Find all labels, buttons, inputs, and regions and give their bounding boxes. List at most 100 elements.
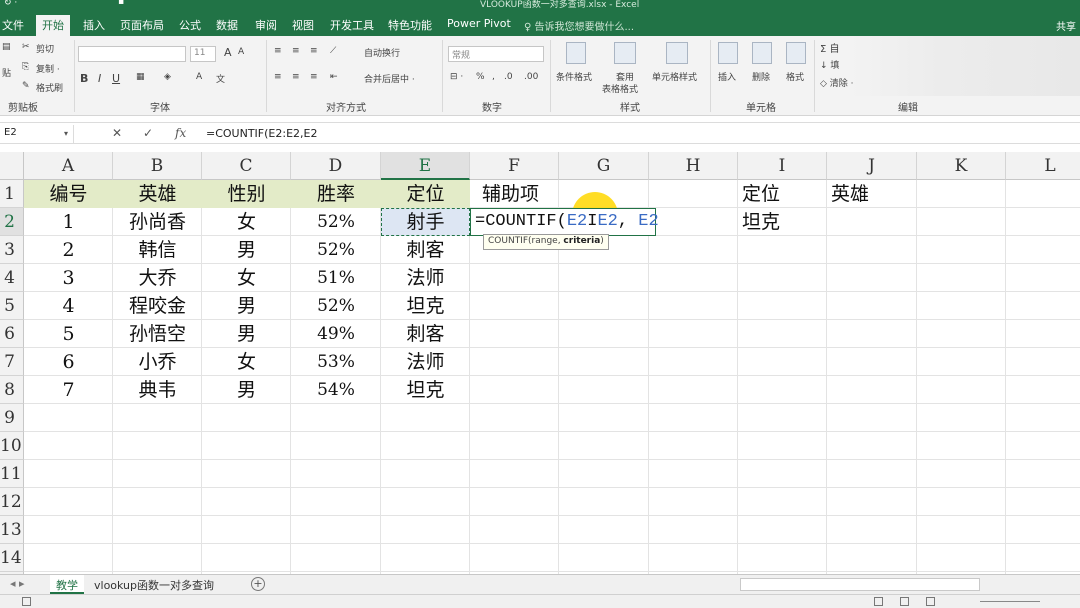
cell-a5[interactable]: 4	[24, 292, 113, 320]
cell-styles-button[interactable]: 单元格样式	[652, 70, 697, 83]
insert-cells-button[interactable]: 插入	[718, 70, 736, 83]
tab-review[interactable]: 审阅	[255, 17, 277, 33]
conditional-format-icon[interactable]	[566, 42, 586, 64]
currency-icon[interactable]: ⊟ ·	[450, 72, 463, 82]
column-header-a[interactable]: A	[24, 152, 113, 180]
worksheet-grid[interactable]: A B C D E F G H I J K L 1 2 3 4 5 6 7 8 …	[0, 152, 1080, 576]
font-size-select[interactable]: 11	[190, 46, 216, 62]
cell-c5[interactable]: 男	[202, 292, 291, 320]
cell-editor-f2[interactable]: =COUNTIF(E2IE2, E2	[470, 208, 659, 236]
cell-c6[interactable]: 男	[202, 320, 291, 348]
row-header-3[interactable]: 3	[0, 236, 24, 264]
delete-cells-icon[interactable]	[752, 42, 772, 64]
percent-icon[interactable]: %	[476, 72, 485, 82]
cell-j1[interactable]: 英雄	[831, 180, 920, 208]
align-right-icon[interactable]: ≡	[310, 72, 318, 82]
fill-color-icon[interactable]: ◈	[164, 72, 171, 82]
sheet-tab-vlookup[interactable]: vlookup函数一对多查询	[88, 575, 220, 594]
cell-a1[interactable]: 编号	[24, 180, 113, 208]
cell-b4[interactable]: 大乔	[113, 264, 202, 292]
indent-icon[interactable]: ⇤	[330, 72, 338, 82]
cell-e3[interactable]: 刺客	[381, 236, 470, 264]
formula-input[interactable]: =COUNTIF(E2:E2,E2	[206, 127, 317, 140]
cell-d6[interactable]: 49%	[291, 320, 381, 348]
cell-d5[interactable]: 52%	[291, 292, 381, 320]
number-format-select[interactable]: 常规	[448, 46, 544, 62]
cell-b1[interactable]: 英雄	[113, 180, 202, 208]
phonetic-icon[interactable]: 文	[216, 72, 225, 85]
tab-formulas[interactable]: 公式	[179, 17, 201, 33]
page-break-view-icon[interactable]	[926, 597, 935, 606]
align-middle-icon[interactable]: ≡	[292, 46, 300, 56]
cell-b3[interactable]: 韩信	[113, 236, 202, 264]
cell-c7[interactable]: 女	[202, 348, 291, 376]
column-header-j[interactable]: J	[827, 152, 917, 180]
insert-cells-icon[interactable]	[718, 42, 738, 64]
increase-decimal-icon[interactable]: .0	[504, 72, 513, 82]
page-layout-view-icon[interactable]	[900, 597, 909, 606]
row-header-8[interactable]: 8	[0, 376, 24, 404]
cell-a7[interactable]: 6	[24, 348, 113, 376]
enter-icon[interactable]: ✓	[143, 126, 153, 140]
tab-power-pivot[interactable]: Power Pivot	[447, 17, 511, 30]
grow-font-icon[interactable]: A	[224, 46, 232, 59]
column-header-g[interactable]: G	[559, 152, 649, 180]
cell-d7[interactable]: 53%	[291, 348, 381, 376]
wrap-text-button[interactable]: 自动换行	[364, 46, 400, 59]
autosum-button[interactable]: Σ 自	[820, 40, 840, 55]
name-box-dropdown-icon[interactable]: ▾	[64, 129, 68, 138]
cell-d1[interactable]: 胜率	[291, 180, 381, 208]
select-all-corner[interactable]	[0, 152, 24, 180]
cell-c1[interactable]: 性别	[202, 180, 291, 208]
zoom-slider[interactable]	[980, 601, 1040, 602]
cell-b2[interactable]: 孙尚香	[113, 208, 202, 236]
row-header-1[interactable]: 1	[0, 180, 24, 208]
paste-icon[interactable]: ▤	[2, 42, 11, 52]
macro-record-icon[interactable]	[22, 597, 31, 606]
cell-c8[interactable]: 男	[202, 376, 291, 404]
cell-d4[interactable]: 51%	[291, 264, 381, 292]
format-cells-icon[interactable]	[786, 42, 806, 64]
row-header-13[interactable]: 13	[0, 516, 24, 544]
border-icon[interactable]: ▦	[136, 72, 145, 82]
row-header-6[interactable]: 6	[0, 320, 24, 348]
delete-cells-button[interactable]: 删除	[752, 70, 770, 83]
format-cells-button[interactable]: 格式	[786, 70, 804, 83]
cell-e2[interactable]: 射手	[381, 208, 470, 236]
cell-c2[interactable]: 女	[202, 208, 291, 236]
comma-icon[interactable]: ,	[492, 72, 495, 82]
cell-e5[interactable]: 坦克	[381, 292, 470, 320]
tab-special[interactable]: 特色功能	[388, 17, 432, 33]
column-header-b[interactable]: B	[113, 152, 202, 180]
row-header-11[interactable]: 11	[0, 460, 24, 488]
row-header-9[interactable]: 9	[0, 404, 24, 432]
cell-e4[interactable]: 法师	[381, 264, 470, 292]
column-header-d[interactable]: D	[291, 152, 381, 180]
autosave-icon[interactable]: ↻ ·	[4, 0, 17, 8]
cell-a3[interactable]: 2	[24, 236, 113, 264]
cell-f1[interactable]: 辅助项	[482, 180, 571, 208]
column-header-h[interactable]: H	[649, 152, 738, 180]
underline-icon[interactable]: U	[112, 72, 120, 85]
italic-icon[interactable]: I	[98, 72, 101, 85]
cell-e7[interactable]: 法师	[381, 348, 470, 376]
cut-button[interactable]: 剪切	[36, 42, 54, 55]
cell-i2[interactable]: 坦克	[742, 208, 831, 236]
cancel-icon[interactable]: ✕	[112, 126, 122, 140]
column-header-e[interactable]: E	[381, 152, 470, 180]
tab-insert[interactable]: 插入	[83, 17, 105, 33]
cell-e1[interactable]: 定位	[381, 180, 470, 208]
share-button[interactable]: 共享	[1056, 18, 1076, 33]
row-header-5[interactable]: 5	[0, 292, 24, 320]
row-header-7[interactable]: 7	[0, 348, 24, 376]
insert-function-icon[interactable]: fx	[175, 126, 186, 140]
font-color-icon[interactable]: A	[196, 72, 202, 82]
cell-b6[interactable]: 孙悟空	[113, 320, 202, 348]
column-header-l[interactable]: L	[1006, 152, 1080, 180]
cell-d2[interactable]: 52%	[291, 208, 381, 236]
cell-b8[interactable]: 典韦	[113, 376, 202, 404]
cell-b5[interactable]: 程咬金	[113, 292, 202, 320]
cell-a8[interactable]: 7	[24, 376, 113, 404]
cell-b7[interactable]: 小乔	[113, 348, 202, 376]
fill-button[interactable]: ↓ 填	[820, 58, 839, 71]
